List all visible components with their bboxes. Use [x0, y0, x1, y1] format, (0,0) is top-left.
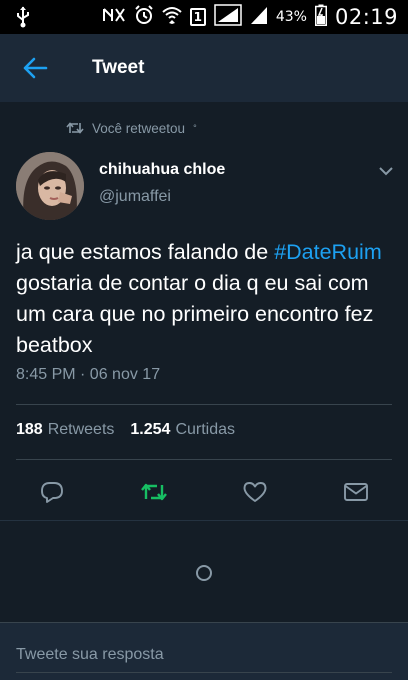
sim-slot-badge: 1 [189, 8, 206, 26]
retweets-count: 188 [16, 421, 43, 438]
retweets-label: Retweets [47, 421, 115, 438]
page-title: Tweet [92, 57, 145, 78]
retweet-context[interactable]: Você retweetou ° [66, 118, 197, 138]
back-arrow-icon [23, 57, 48, 79]
clock: 02:19 [334, 5, 398, 29]
tweet-timestamp: 8:45 PM · 06 nov 17 [16, 366, 161, 383]
battery-percent: 43% [275, 9, 307, 25]
tweet-text-after: gostaria de contar o dia q eu sai com um… [16, 271, 374, 357]
direct-message-button[interactable] [343, 480, 369, 504]
alarm-icon [134, 4, 154, 30]
reply-bar [0, 622, 408, 680]
tweet-text: ja que estamos falando de #DateRuim gost… [16, 237, 398, 361]
usb-icon [16, 6, 30, 33]
retweets-stat[interactable]: 188 Retweets [16, 421, 114, 439]
hashtag-link[interactable]: #DateRuim [274, 240, 382, 264]
tweet-stats: 188 Retweets 1.254 Curtidas [16, 421, 235, 439]
tweet-menu-button[interactable] [378, 164, 394, 176]
likes-label: Curtidas [175, 421, 236, 438]
signal-icon-2 [250, 5, 268, 30]
battery-icon [314, 4, 327, 31]
heart-icon [243, 482, 267, 502]
status-bar: 1 43% 02:19 [0, 0, 408, 34]
retweet-small-icon [66, 122, 84, 134]
signal-icon [214, 3, 242, 31]
dot-icon: ° [193, 123, 197, 133]
divider [0, 520, 408, 521]
reply-input[interactable] [16, 643, 392, 667]
wifi-icon [162, 5, 182, 30]
mute-icon [102, 5, 126, 30]
loading-spinner-icon [196, 565, 212, 581]
divider [16, 404, 392, 405]
retweet-button[interactable] [140, 480, 167, 504]
reply-icon [41, 482, 63, 503]
author-name[interactable]: chihuahua chloe [99, 161, 225, 179]
retweet-context-label: Você retweetou [92, 120, 186, 136]
chevron-down-icon [379, 167, 393, 176]
back-button[interactable] [22, 56, 50, 80]
like-button[interactable] [242, 480, 268, 504]
divider [16, 459, 392, 460]
author-handle[interactable]: @jumaffei [99, 188, 171, 206]
tweet-text-before: ja que estamos falando de [16, 240, 275, 264]
likes-stat[interactable]: 1.254 Curtidas [130, 421, 235, 439]
retweet-icon [141, 483, 167, 501]
app-header: Tweet [0, 34, 408, 102]
reply-input-underline [16, 672, 392, 673]
likes-count: 1.254 [130, 421, 171, 438]
mail-icon [344, 483, 368, 501]
avatar[interactable] [16, 152, 84, 220]
reply-button[interactable] [39, 480, 65, 504]
